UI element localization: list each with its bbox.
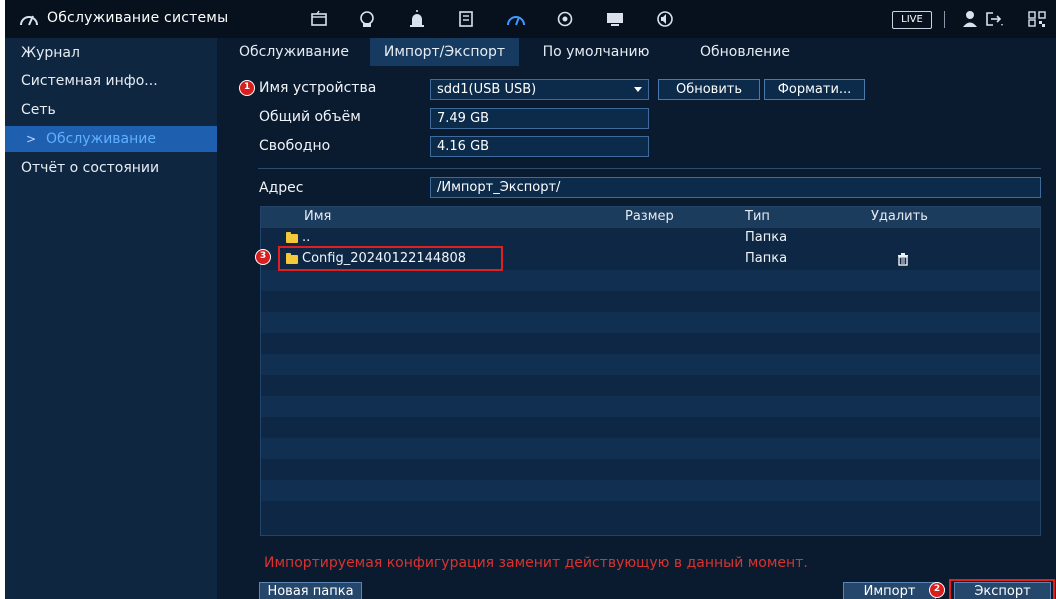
- section-divider: [258, 168, 1041, 169]
- sidebar-item-label: Сеть: [21, 102, 56, 118]
- speaker-icon[interactable]: [655, 10, 675, 28]
- sidebar-item-label: Журнал: [21, 45, 80, 61]
- empty-row: [261, 291, 1040, 312]
- monitor-icon[interactable]: [605, 10, 625, 28]
- file-type: Папка: [745, 230, 788, 245]
- free-space-value: 4.16 GB: [430, 136, 649, 157]
- qr-code-icon[interactable]: [1027, 10, 1047, 28]
- column-size: Размер: [625, 209, 674, 224]
- empty-row: [261, 354, 1040, 375]
- column-type: Тип: [745, 209, 770, 224]
- folder-icon: [286, 232, 298, 243]
- film-icon[interactable]: [309, 10, 329, 28]
- callout-highlight-export: [949, 579, 1055, 599]
- sidebar-item-maintenance[interactable]: > Обслуживание: [5, 126, 217, 152]
- face-icon[interactable]: [357, 10, 377, 28]
- callout-badge-1: 1: [239, 80, 255, 96]
- format-button[interactable]: Формати...: [764, 79, 865, 100]
- tab-default[interactable]: По умолчанию: [523, 38, 669, 66]
- sidebar-item-network[interactable]: Сеть: [5, 97, 217, 123]
- table-header: Имя Размер Тип Удалить: [261, 207, 1040, 228]
- address-label: Адрес: [259, 180, 304, 196]
- page-title: Обслуживание системы: [47, 10, 229, 26]
- sidebar-item-system-info[interactable]: Системная инфо...: [5, 68, 217, 94]
- empty-row: [261, 312, 1040, 333]
- free-space-label: Свободно: [259, 138, 331, 154]
- sidebar-item-label: Обслуживание: [46, 131, 156, 147]
- refresh-button[interactable]: Обновить: [658, 79, 760, 100]
- empty-row: [261, 417, 1040, 438]
- empty-row: [261, 375, 1040, 396]
- sidebar-item-status-report[interactable]: Отчёт о состоянии: [5, 155, 217, 181]
- empty-row: [261, 270, 1040, 291]
- tab-update[interactable]: Обновление: [672, 38, 818, 66]
- app-screen: Обслуживание системы LIVE Журнал Системн…: [5, 0, 1056, 599]
- sidebar-item-log[interactable]: Журнал: [5, 40, 217, 66]
- address-input[interactable]: /Импорт_Экспорт/: [430, 177, 1041, 198]
- speedometer-icon: [20, 15, 38, 26]
- callout-badge-2: 2: [929, 582, 945, 598]
- chevron-right-icon: >: [26, 132, 37, 146]
- empty-row: [261, 480, 1040, 501]
- empty-row: [261, 438, 1040, 459]
- live-button[interactable]: LIVE: [892, 11, 932, 29]
- sidebar: Журнал Системная инфо... Сеть > Обслужив…: [5, 38, 217, 599]
- logout-icon[interactable]: [984, 10, 1004, 28]
- device-select-value: sdd1(USB USB): [437, 82, 537, 97]
- top-divider: [944, 11, 945, 28]
- user-icon[interactable]: [960, 10, 980, 28]
- empty-row: [261, 396, 1040, 417]
- column-name: Имя: [304, 209, 332, 224]
- empty-row: [261, 501, 1040, 522]
- trash-icon[interactable]: [897, 253, 909, 266]
- tab-import-export[interactable]: Импорт/Экспорт: [370, 38, 519, 66]
- import-button[interactable]: Импорт: [843, 582, 936, 599]
- tab-maintenance[interactable]: Обслуживание: [221, 38, 367, 66]
- empty-row: [261, 333, 1040, 354]
- sidebar-item-label: Отчёт о состоянии: [21, 160, 160, 176]
- new-folder-button[interactable]: Новая папка: [259, 582, 362, 599]
- chevron-down-icon: [634, 87, 642, 92]
- gauge-icon[interactable]: [506, 10, 526, 28]
- empty-row: [261, 459, 1040, 480]
- device-name-label: Имя устройства: [259, 80, 377, 96]
- top-bar: Обслуживание системы LIVE: [5, 0, 1056, 38]
- callout-badge-3: 3: [255, 249, 271, 265]
- warning-message: Импортируемая конфигурация заменит дейст…: [264, 555, 808, 571]
- device-select[interactable]: sdd1(USB USB): [430, 79, 649, 100]
- file-name: ..: [302, 230, 311, 245]
- column-delete: Удалить: [871, 209, 928, 224]
- file-type: Папка: [745, 251, 788, 266]
- total-capacity-value: 7.49 GB: [430, 108, 649, 129]
- camera-ring-icon[interactable]: [555, 10, 575, 28]
- sidebar-item-label: Системная инфо...: [21, 73, 158, 89]
- callout-highlight-config: [278, 246, 503, 271]
- tab-bar: Обслуживание Импорт/Экспорт По умолчанию…: [217, 38, 1056, 66]
- alarm-icon[interactable]: [407, 10, 427, 28]
- storage-icon[interactable]: [456, 10, 476, 28]
- total-capacity-label: Общий объём: [259, 109, 361, 125]
